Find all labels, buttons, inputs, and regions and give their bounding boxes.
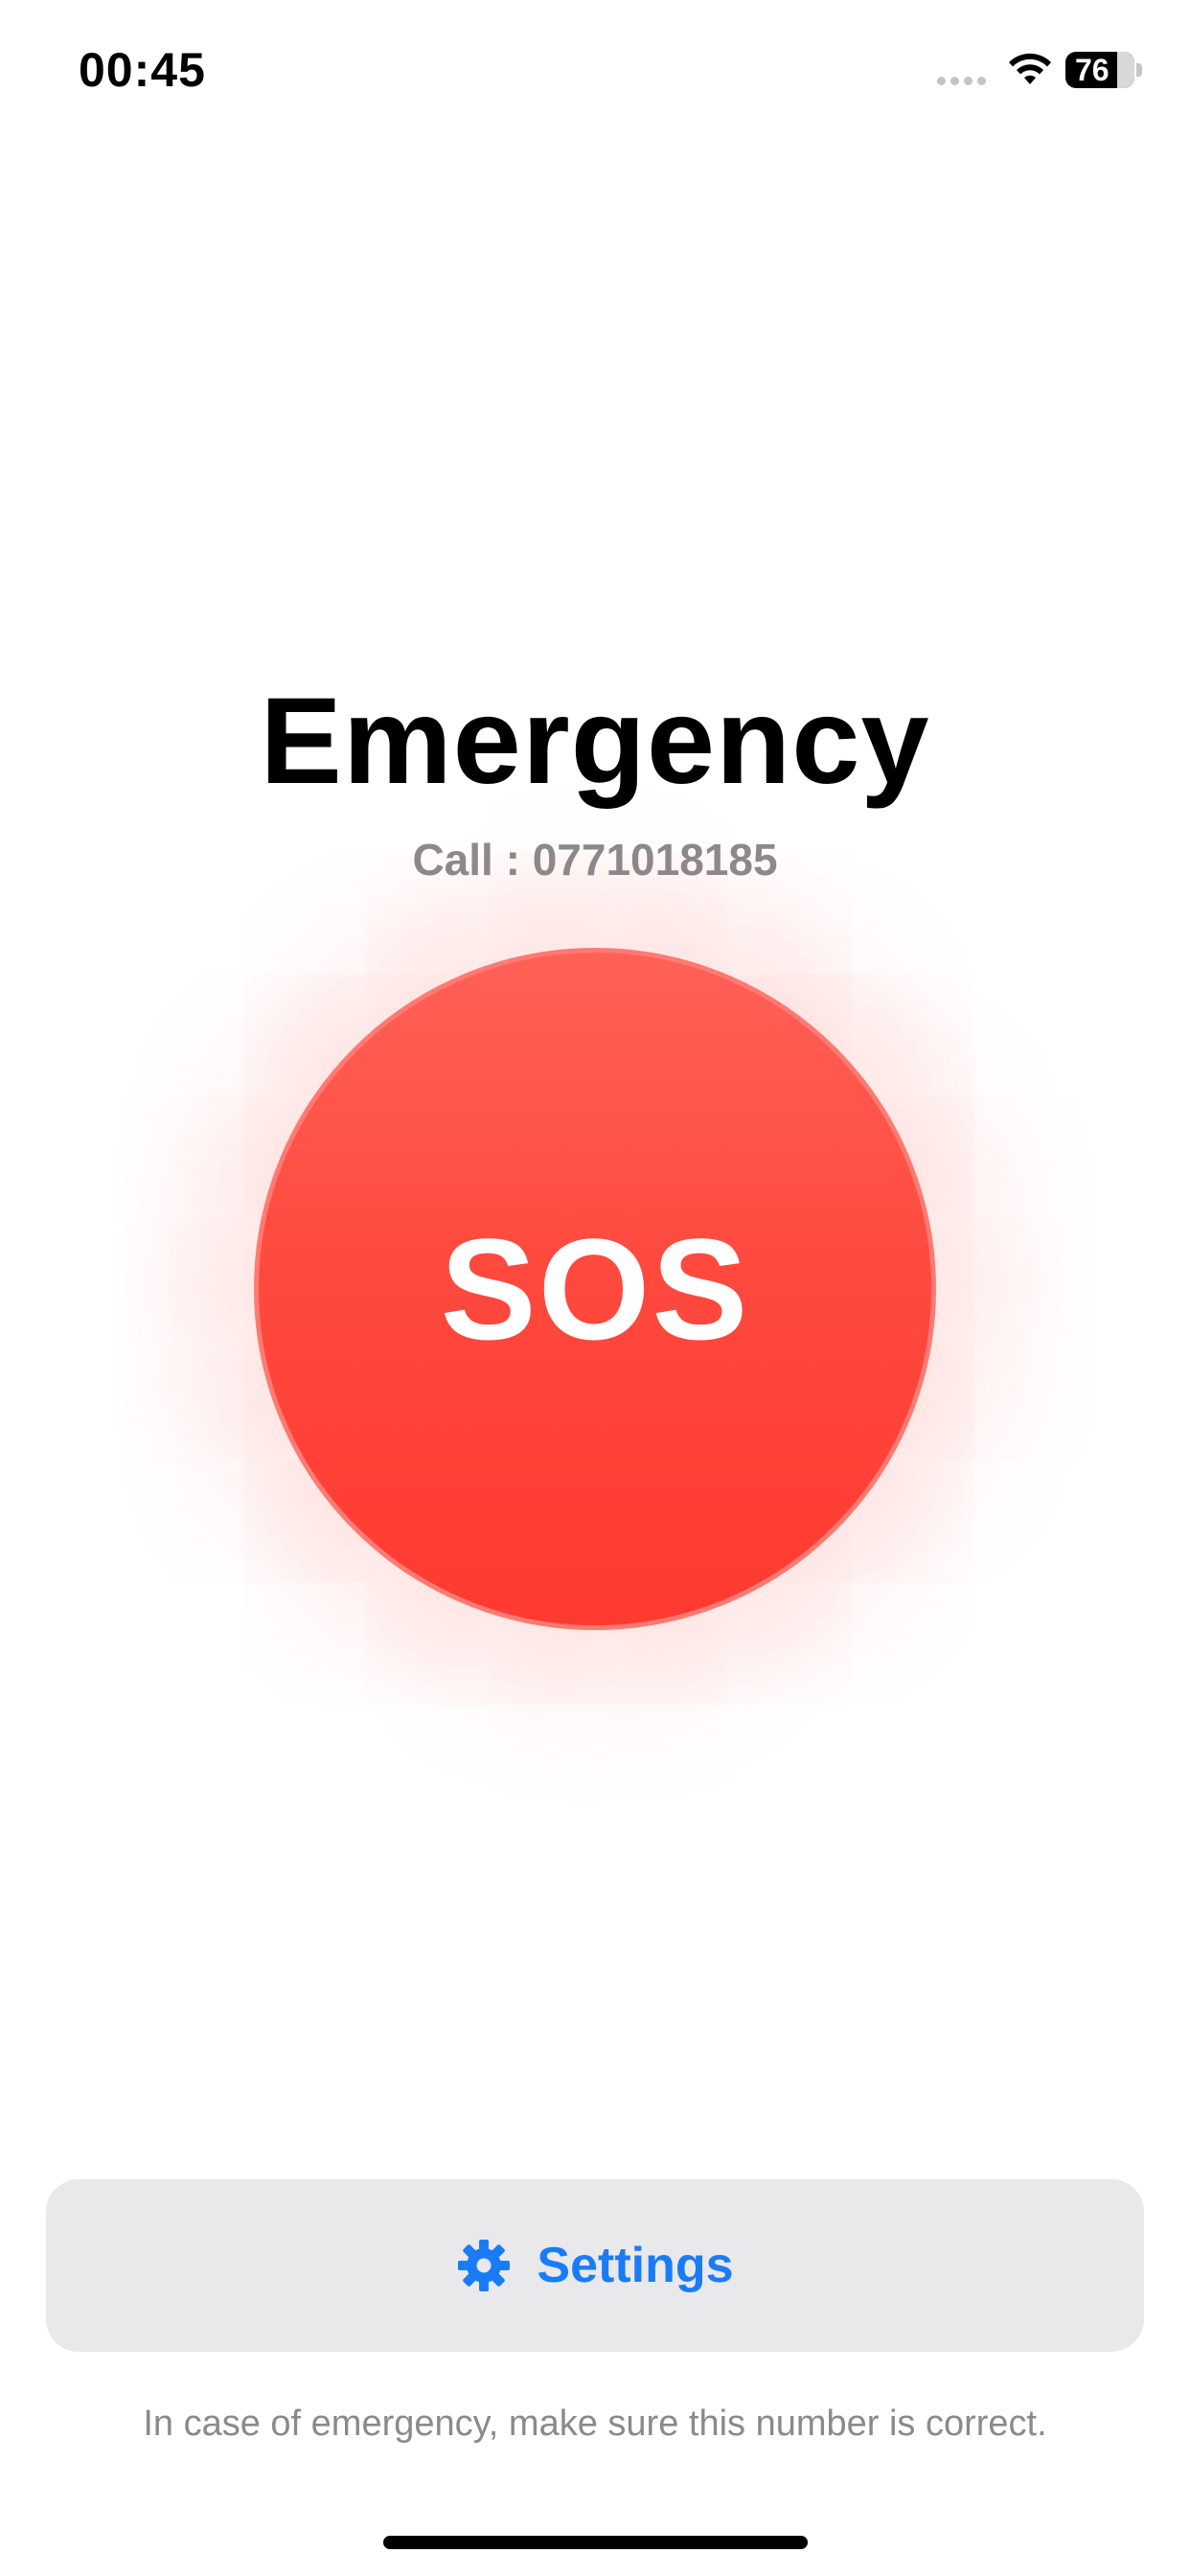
footer-note: In case of emergency, make sure this num… xyxy=(143,2404,1047,2444)
wifi-icon xyxy=(1009,53,1051,84)
call-number-text: Call : 0771018185 xyxy=(412,835,778,885)
page-title: Emergency xyxy=(260,673,930,810)
settings-label: Settings xyxy=(537,2238,734,2293)
battery-level: 76 xyxy=(1075,52,1110,87)
sos-button[interactable]: SOS xyxy=(254,948,936,1630)
sos-label: SOS xyxy=(440,1208,750,1369)
battery-icon: 76 xyxy=(1065,52,1134,88)
battery-cap xyxy=(1136,63,1142,77)
status-time: 00:45 xyxy=(79,43,206,97)
signal-icon xyxy=(937,77,986,85)
settings-button[interactable]: Settings xyxy=(46,2179,1144,2352)
status-bar: 00:45 76 xyxy=(0,0,1190,134)
home-indicator[interactable] xyxy=(383,2536,808,2549)
gear-icon xyxy=(458,2240,511,2291)
